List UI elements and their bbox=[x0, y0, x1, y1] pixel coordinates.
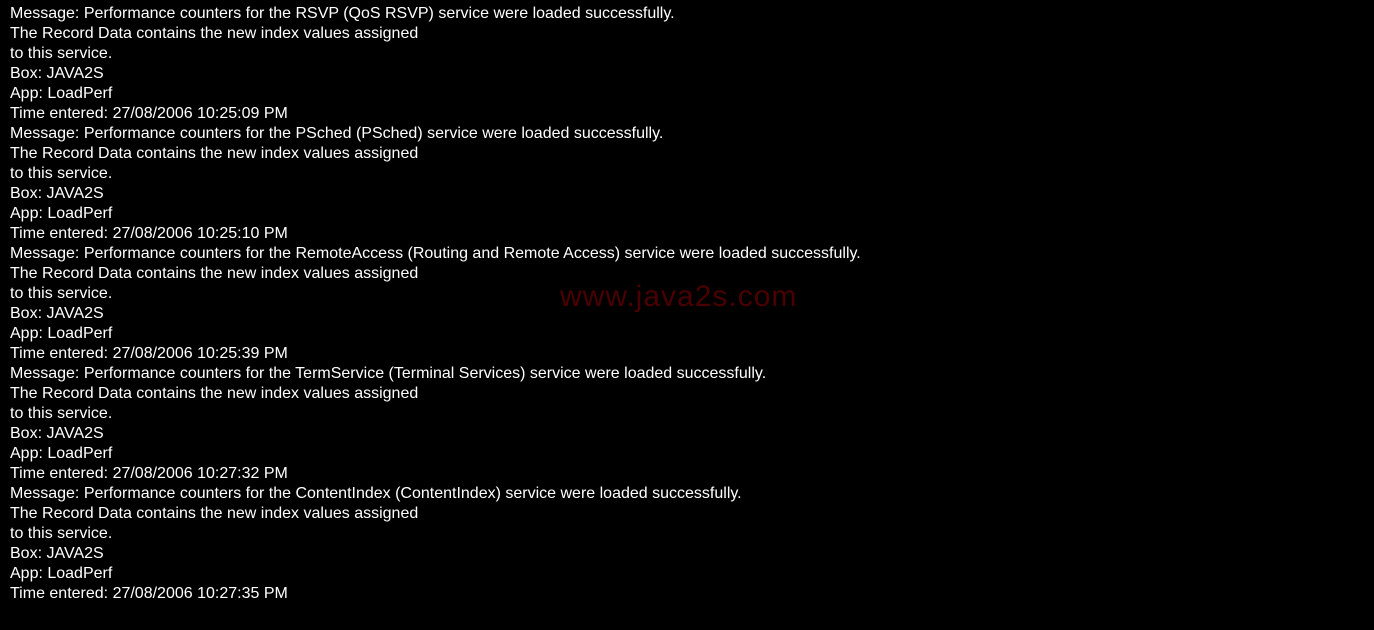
box-value: JAVA2S bbox=[46, 305, 103, 322]
label-message: Message: bbox=[10, 5, 84, 22]
log-time-line: Time entered: 27/08/2006 10:27:32 PM bbox=[10, 464, 1364, 484]
log-message-line: to this service. bbox=[10, 524, 1364, 544]
label-box: Box: bbox=[10, 425, 46, 442]
app-value: LoadPerf bbox=[47, 325, 112, 342]
log-time-line: Time entered: 27/08/2006 10:25:39 PM bbox=[10, 344, 1364, 364]
log-app-line: App: LoadPerf bbox=[10, 564, 1364, 584]
log-app-line: App: LoadPerf bbox=[10, 84, 1364, 104]
log-message-line: The Record Data contains the new index v… bbox=[10, 264, 1364, 284]
label-time: Time entered: bbox=[10, 105, 113, 122]
log-message-line: to this service. bbox=[10, 404, 1364, 424]
log-time-line: Time entered: 27/08/2006 10:25:09 PM bbox=[10, 104, 1364, 124]
box-value: JAVA2S bbox=[46, 425, 103, 442]
label-message: Message: bbox=[10, 245, 84, 262]
label-message: Message: bbox=[10, 365, 84, 382]
app-value: LoadPerf bbox=[47, 445, 112, 462]
log-entry: Message: Performance counters for the Co… bbox=[10, 484, 1364, 604]
log-message-line: Message: Performance counters for the Re… bbox=[10, 244, 1364, 264]
label-app: App: bbox=[10, 205, 47, 222]
app-value: LoadPerf bbox=[47, 205, 112, 222]
log-entry: Message: Performance counters for the PS… bbox=[10, 124, 1364, 244]
log-message-line: The Record Data contains the new index v… bbox=[10, 504, 1364, 524]
log-message-line: The Record Data contains the new index v… bbox=[10, 144, 1364, 164]
label-time: Time entered: bbox=[10, 585, 113, 602]
log-message-line: The Record Data contains the new index v… bbox=[10, 24, 1364, 44]
log-message-line: Message: Performance counters for the PS… bbox=[10, 124, 1364, 144]
log-message-line: Message: Performance counters for the RS… bbox=[10, 4, 1364, 24]
label-message: Message: bbox=[10, 485, 84, 502]
log-message-line: to this service. bbox=[10, 44, 1364, 64]
log-message-line: to this service. bbox=[10, 164, 1364, 184]
label-box: Box: bbox=[10, 65, 46, 82]
message-text: Performance counters for the RSVP (QoS R… bbox=[84, 5, 675, 22]
log-entry: Message: Performance counters for the RS… bbox=[10, 4, 1364, 124]
log-output: Message: Performance counters for the RS… bbox=[10, 4, 1364, 604]
log-app-line: App: LoadPerf bbox=[10, 324, 1364, 344]
log-app-line: App: LoadPerf bbox=[10, 444, 1364, 464]
log-time-line: Time entered: 27/08/2006 10:25:10 PM bbox=[10, 224, 1364, 244]
label-app: App: bbox=[10, 85, 47, 102]
message-text: Performance counters for the ContentInde… bbox=[84, 485, 742, 502]
label-time: Time entered: bbox=[10, 225, 113, 242]
label-box: Box: bbox=[10, 185, 46, 202]
time-value: 27/08/2006 10:25:09 PM bbox=[113, 105, 288, 122]
log-time-line: Time entered: 27/08/2006 10:27:35 PM bbox=[10, 584, 1364, 604]
log-entry: Message: Performance counters for the Te… bbox=[10, 364, 1364, 484]
log-message-line: The Record Data contains the new index v… bbox=[10, 384, 1364, 404]
log-box-line: Box: JAVA2S bbox=[10, 424, 1364, 444]
label-app: App: bbox=[10, 565, 47, 582]
log-message-line: Message: Performance counters for the Co… bbox=[10, 484, 1364, 504]
time-value: 27/08/2006 10:27:32 PM bbox=[113, 465, 288, 482]
label-time: Time entered: bbox=[10, 465, 113, 482]
log-message-line: to this service. bbox=[10, 284, 1364, 304]
app-value: LoadPerf bbox=[47, 85, 112, 102]
label-box: Box: bbox=[10, 545, 46, 562]
label-message: Message: bbox=[10, 125, 84, 142]
time-value: 27/08/2006 10:25:39 PM bbox=[113, 345, 288, 362]
message-text: Performance counters for the PSched (PSc… bbox=[84, 125, 664, 142]
log-box-line: Box: JAVA2S bbox=[10, 184, 1364, 204]
time-value: 27/08/2006 10:27:35 PM bbox=[113, 585, 288, 602]
log-box-line: Box: JAVA2S bbox=[10, 544, 1364, 564]
message-text: Performance counters for the RemoteAcces… bbox=[84, 245, 861, 262]
log-box-line: Box: JAVA2S bbox=[10, 64, 1364, 84]
box-value: JAVA2S bbox=[46, 185, 103, 202]
time-value: 27/08/2006 10:25:10 PM bbox=[113, 225, 288, 242]
label-app: App: bbox=[10, 325, 47, 342]
log-entry: Message: Performance counters for the Re… bbox=[10, 244, 1364, 364]
label-app: App: bbox=[10, 445, 47, 462]
log-box-line: Box: JAVA2S bbox=[10, 304, 1364, 324]
log-app-line: App: LoadPerf bbox=[10, 204, 1364, 224]
box-value: JAVA2S bbox=[46, 65, 103, 82]
app-value: LoadPerf bbox=[47, 565, 112, 582]
log-message-line: Message: Performance counters for the Te… bbox=[10, 364, 1364, 384]
box-value: JAVA2S bbox=[46, 545, 103, 562]
message-text: Performance counters for the TermService… bbox=[84, 365, 766, 382]
label-time: Time entered: bbox=[10, 345, 113, 362]
label-box: Box: bbox=[10, 305, 46, 322]
